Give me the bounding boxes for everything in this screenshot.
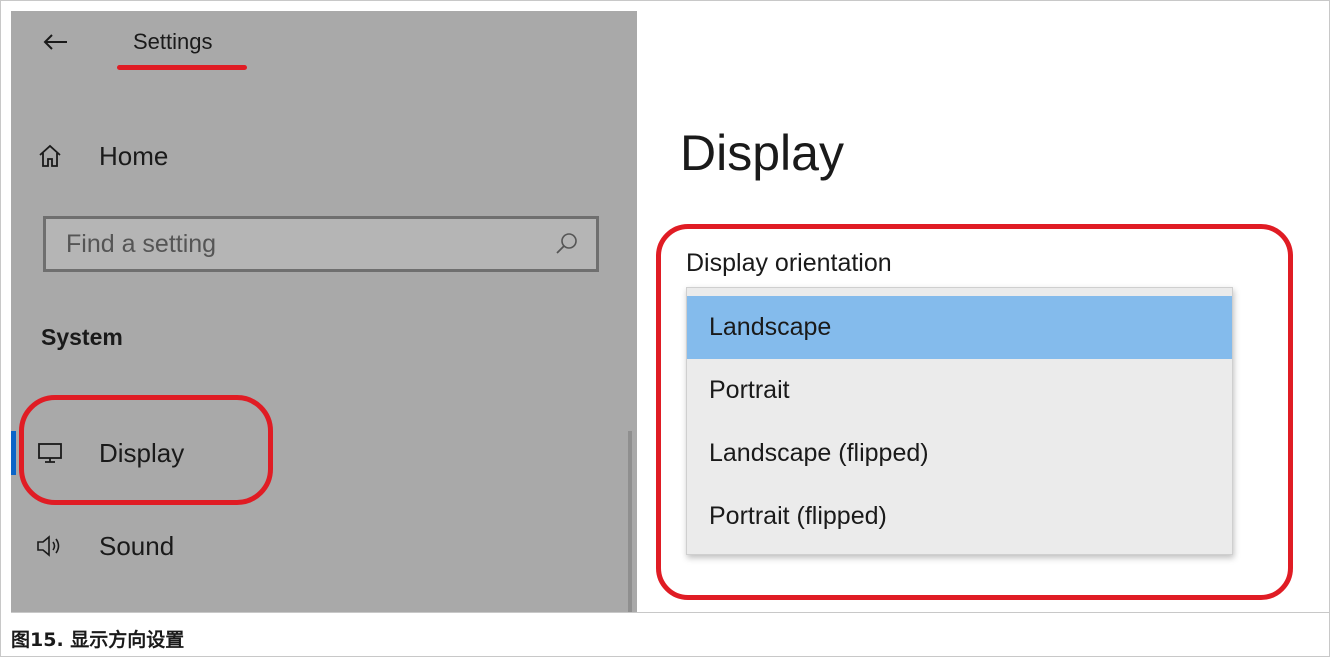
sidebar: Settings Home System — [11, 11, 637, 612]
sidebar-item-label: Home — [99, 140, 169, 171]
page-title: Display — [680, 125, 844, 181]
sidebar-item-sound[interactable]: Sound — [35, 521, 174, 571]
section-label-system: System — [41, 324, 123, 350]
selection-indicator — [11, 431, 16, 475]
sidebar-scrollbar[interactable] — [628, 431, 632, 612]
settings-window: Settings Home System — [11, 11, 1329, 613]
main-content: Display Display orientation Landscape Po… — [637, 11, 1329, 612]
sidebar-item-home[interactable]: Home — [35, 131, 168, 181]
figure-caption: 图15. 显示方向设置 — [11, 629, 185, 651]
search-box — [43, 216, 599, 272]
display-highlight-annotation — [19, 395, 273, 505]
title-underline-annotation — [117, 65, 247, 70]
sidebar-item-label: Sound — [99, 530, 175, 561]
home-icon — [35, 141, 65, 171]
search-icon[interactable] — [552, 229, 582, 259]
speaker-icon — [35, 531, 65, 561]
orientation-highlight-annotation — [656, 224, 1293, 600]
back-button[interactable] — [37, 25, 77, 65]
figure: Settings Home System — [0, 0, 1330, 657]
search-input[interactable] — [46, 218, 552, 270]
back-arrow-icon — [43, 34, 67, 50]
app-title: Settings — [133, 29, 213, 54]
